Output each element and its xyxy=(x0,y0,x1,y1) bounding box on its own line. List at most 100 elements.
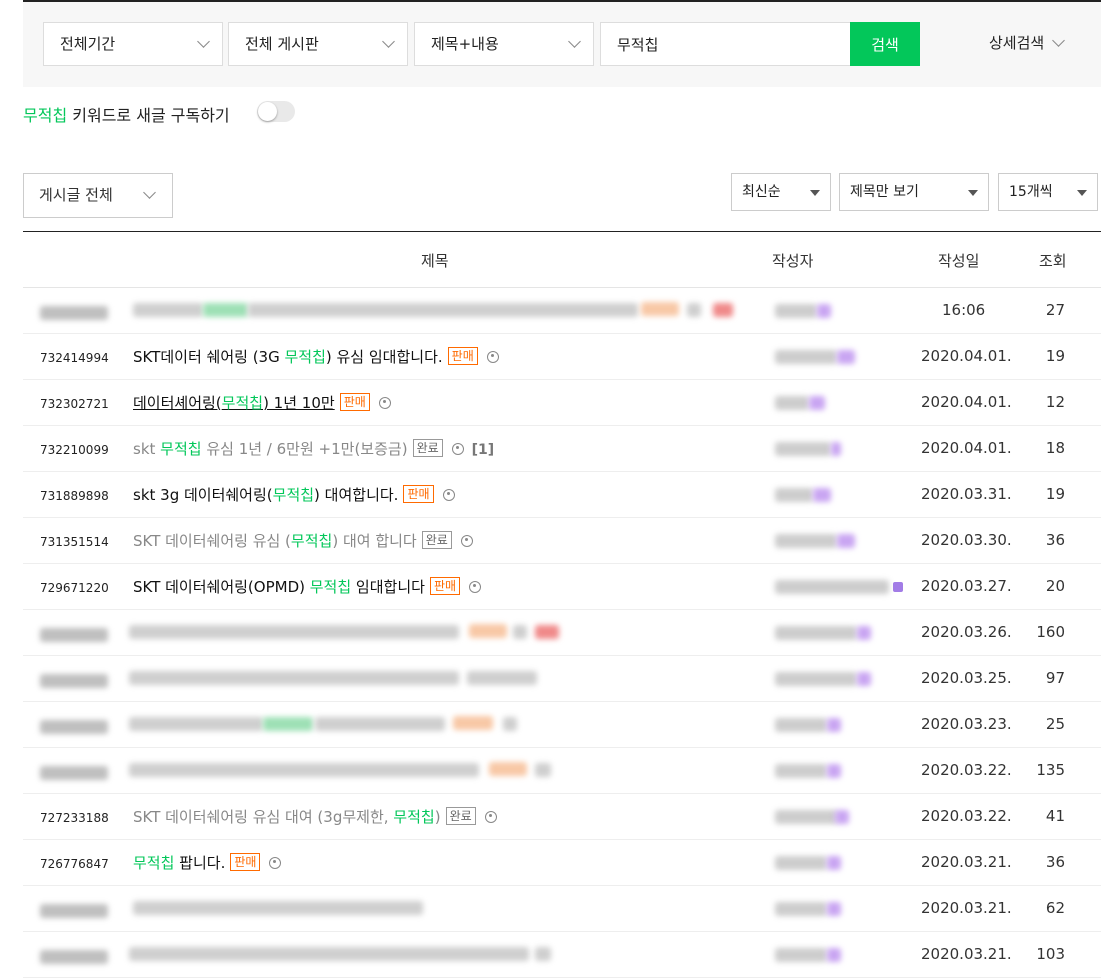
post-views: 41 xyxy=(1045,807,1065,825)
redacted-author xyxy=(775,902,827,916)
post-date: 2020.03.21. xyxy=(921,853,1012,871)
board-select[interactable]: 전체 게시판 xyxy=(228,22,408,66)
post-title-link[interactable]: SKT데이터 쉐어링 (3G 무적칩) 유심 임대합니다. 판매 xyxy=(133,346,499,367)
title-text: ) 대여 합니다 xyxy=(332,532,417,550)
redacted-author xyxy=(775,350,837,364)
title-text: SKT 데이터쉐어링 유심 ( xyxy=(133,532,291,550)
redacted-title xyxy=(133,901,423,915)
redacted-number xyxy=(40,766,108,780)
table-row[interactable]: 732414994 SKT데이터 쉐어링 (3G 무적칩) 유심 임대합니다. 판… xyxy=(23,334,1101,380)
redacted-author xyxy=(775,810,837,824)
redacted-author xyxy=(775,304,817,318)
table-row[interactable]: 2020.03.26. 160 xyxy=(23,610,1101,656)
redacted-title xyxy=(129,625,459,639)
image-attachment-icon xyxy=(269,857,282,869)
sale-tag: 판매 xyxy=(230,853,261,871)
redacted-author-badge xyxy=(857,626,871,640)
sort-select-label: 최신순 xyxy=(742,184,781,200)
post-title-link[interactable]: SKT 데이터쉐어링(OPMD) 무적칩 임대합니다 판매 xyxy=(133,576,482,597)
redacted-title xyxy=(248,303,638,317)
redacted-keyword xyxy=(203,303,248,317)
image-attachment-icon xyxy=(460,535,473,547)
table-row[interactable]: 2020.03.25. 97 xyxy=(23,656,1101,702)
title-text: SKT 데이터쉐어링(OPMD) xyxy=(133,578,310,596)
caret-down-icon xyxy=(810,190,820,196)
image-attachment-icon xyxy=(469,581,482,593)
redacted-author xyxy=(775,718,827,732)
subscribe-text: 키워드로 새글 구독하기 xyxy=(72,106,230,125)
table-row[interactable]: 729671220 SKT 데이터쉐어링(OPMD) 무적칩 임대합니다 판매 2… xyxy=(23,564,1101,610)
post-date: 2020.03.31. xyxy=(921,485,1012,503)
redacted-author-badge xyxy=(827,902,841,916)
table-row[interactable]: 2020.03.23. 25 xyxy=(23,702,1101,748)
post-date: 2020.03.21. xyxy=(921,899,1012,917)
table-row[interactable]: 16:06 27 xyxy=(23,288,1101,334)
post-title-link[interactable]: 무적칩 팝니다. 판매 xyxy=(133,852,282,873)
post-title-link[interactable]: SKT 데이터쉐어링 유심 (무적칩) 대여 합니다 완료 xyxy=(133,530,473,551)
redacted-title xyxy=(129,671,459,685)
title-text: 팝니다. xyxy=(174,854,226,872)
comment-count[interactable]: [1] xyxy=(472,442,495,458)
keyword-subscribe: 무적칩 키워드로 새글 구독하기 xyxy=(23,102,230,126)
redacted-tag xyxy=(453,716,493,730)
post-title-link[interactable]: 데이터셰어링(무적칩) 1년 10만 판매 xyxy=(133,392,391,413)
redacted-tag xyxy=(469,624,507,638)
sort-select[interactable]: 최신순 xyxy=(731,173,831,211)
redacted-author xyxy=(775,488,813,502)
post-views: 25 xyxy=(1045,715,1065,733)
advanced-search-toggle[interactable]: 상세검색 xyxy=(989,32,1066,53)
page-size-select[interactable]: 15개씩 xyxy=(998,173,1098,211)
title-text-part: ) 1년 10만 xyxy=(263,394,335,412)
redacted-title xyxy=(315,717,445,731)
title-text: ) 대여합니다. xyxy=(314,486,399,504)
title-text: skt 3g 데이터쉐어링( xyxy=(133,486,273,504)
table-row[interactable]: 2020.03.21. 62 xyxy=(23,886,1101,932)
search-input[interactable] xyxy=(600,22,850,66)
post-views: 103 xyxy=(1036,945,1065,963)
title-text: 임대합니다 xyxy=(351,578,425,596)
advanced-search-label: 상세검색 xyxy=(989,34,1045,52)
redacted-new-badge xyxy=(713,303,733,317)
post-date: 2020.04.01. xyxy=(921,393,1012,411)
table-row[interactable]: 2020.03.21. 103 xyxy=(23,932,1101,978)
table-row[interactable]: 727233188 SKT 데이터쉐어링 유심 대여 (3g무제한, 무적칩) 완… xyxy=(23,794,1101,840)
redacted-number xyxy=(40,306,108,320)
table-row[interactable]: 731351514 SKT 데이터쉐어링 유심 (무적칩) 대여 합니다 완료 2… xyxy=(23,518,1101,564)
subscribe-toggle[interactable] xyxy=(257,101,295,122)
board-select-label: 전체 게시판 xyxy=(245,35,319,53)
post-views: 19 xyxy=(1045,347,1065,365)
image-attachment-icon xyxy=(484,811,497,823)
title-keyword: 무적칩 xyxy=(221,394,264,412)
period-select[interactable]: 전체기간 xyxy=(43,22,223,66)
table-row[interactable]: 731889898 skt 3g 데이터쉐어링(무적칩) 대여합니다. 판매 20… xyxy=(23,472,1101,518)
redacted-author-badge xyxy=(837,534,855,548)
table-row[interactable]: 732210099 skt 무적칩 유심 1년 / 6만원 +1만(보증금) 완료… xyxy=(23,426,1101,472)
post-filter-select[interactable]: 게시글 전체 xyxy=(23,173,173,218)
title-keyword: 무적칩 xyxy=(133,854,175,872)
redacted-title xyxy=(129,763,479,777)
title-keyword: 무적칩 xyxy=(290,532,333,550)
redacted-keyword xyxy=(263,717,313,731)
post-date: 2020.03.21. xyxy=(921,945,1012,963)
table-row[interactable]: 2020.03.22. 135 xyxy=(23,748,1101,794)
chevron-down-icon xyxy=(382,35,395,48)
completed-tag: 완료 xyxy=(421,531,452,549)
chevron-down-icon xyxy=(1052,34,1066,47)
redacted-icon xyxy=(687,303,701,317)
image-attachment-icon xyxy=(486,351,499,363)
header-author: 작성자 xyxy=(772,252,814,270)
post-views: 27 xyxy=(1045,301,1065,319)
post-number: 726776847 xyxy=(40,857,109,871)
post-title-link[interactable]: skt 무적칩 유심 1년 / 6만원 +1만(보증금) 완료 [1] xyxy=(133,438,494,459)
search-button[interactable]: 검색 xyxy=(850,22,920,66)
title-keyword: 무적칩 xyxy=(309,578,352,596)
redacted-author xyxy=(775,948,827,962)
table-row[interactable]: 726776847 무적칩 팝니다. 판매 2020.03.21. 36 xyxy=(23,840,1101,886)
scope-select[interactable]: 제목+내용 xyxy=(414,22,594,66)
redacted-author xyxy=(775,534,837,548)
table-row[interactable]: 732302721 데이터셰어링(무적칩) 1년 10만 판매 2020.04.0… xyxy=(23,380,1101,426)
post-title-link[interactable]: SKT 데이터쉐어링 유심 대여 (3g무제한, 무적칩) 완료 xyxy=(133,806,497,827)
view-mode-select[interactable]: 제목만 보기 xyxy=(839,173,989,211)
post-title-link[interactable]: skt 3g 데이터쉐어링(무적칩) 대여합니다. 판매 xyxy=(133,484,455,505)
title-keyword: 무적칩 xyxy=(393,808,435,826)
